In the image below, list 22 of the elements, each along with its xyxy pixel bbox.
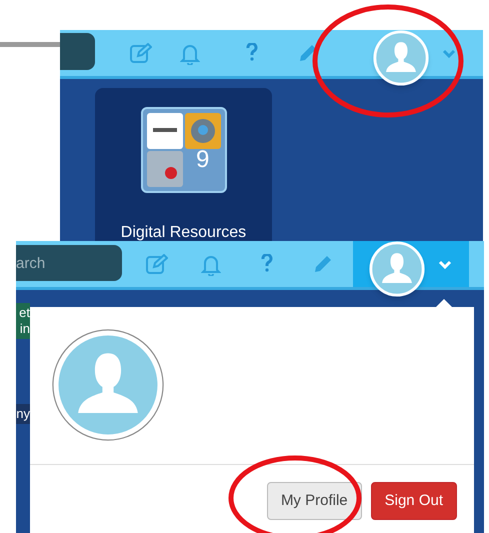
avatar-icon[interactable] [373, 30, 429, 86]
card-title: Digital Resources [120, 223, 248, 241]
bell-icon[interactable] [180, 43, 200, 65]
resource-card[interactable]: 9 Digital Resources [95, 88, 272, 241]
help-icon[interactable] [261, 254, 273, 272]
side-tile[interactable]: et in [16, 303, 30, 339]
chevron-down-icon[interactable] [442, 49, 456, 59]
bell-icon[interactable] [201, 254, 221, 276]
resource-count: 9 [196, 148, 210, 172]
search-field[interactable]: arch [16, 245, 122, 281]
search-field[interactable] [60, 33, 95, 70]
my-profile-button[interactable]: My Profile [266, 482, 362, 520]
tile-text: in [20, 321, 30, 337]
avatar-icon[interactable] [369, 241, 425, 297]
pencil-icon[interactable] [313, 254, 333, 274]
tile-text: et [19, 305, 30, 321]
sign-out-button[interactable]: Sign Out [370, 482, 457, 520]
help-icon[interactable] [246, 43, 258, 61]
profile-menu-button[interactable] [353, 241, 469, 299]
edit-icon[interactable] [146, 254, 168, 274]
edit-icon[interactable] [130, 43, 152, 63]
avatar-icon [52, 329, 164, 441]
